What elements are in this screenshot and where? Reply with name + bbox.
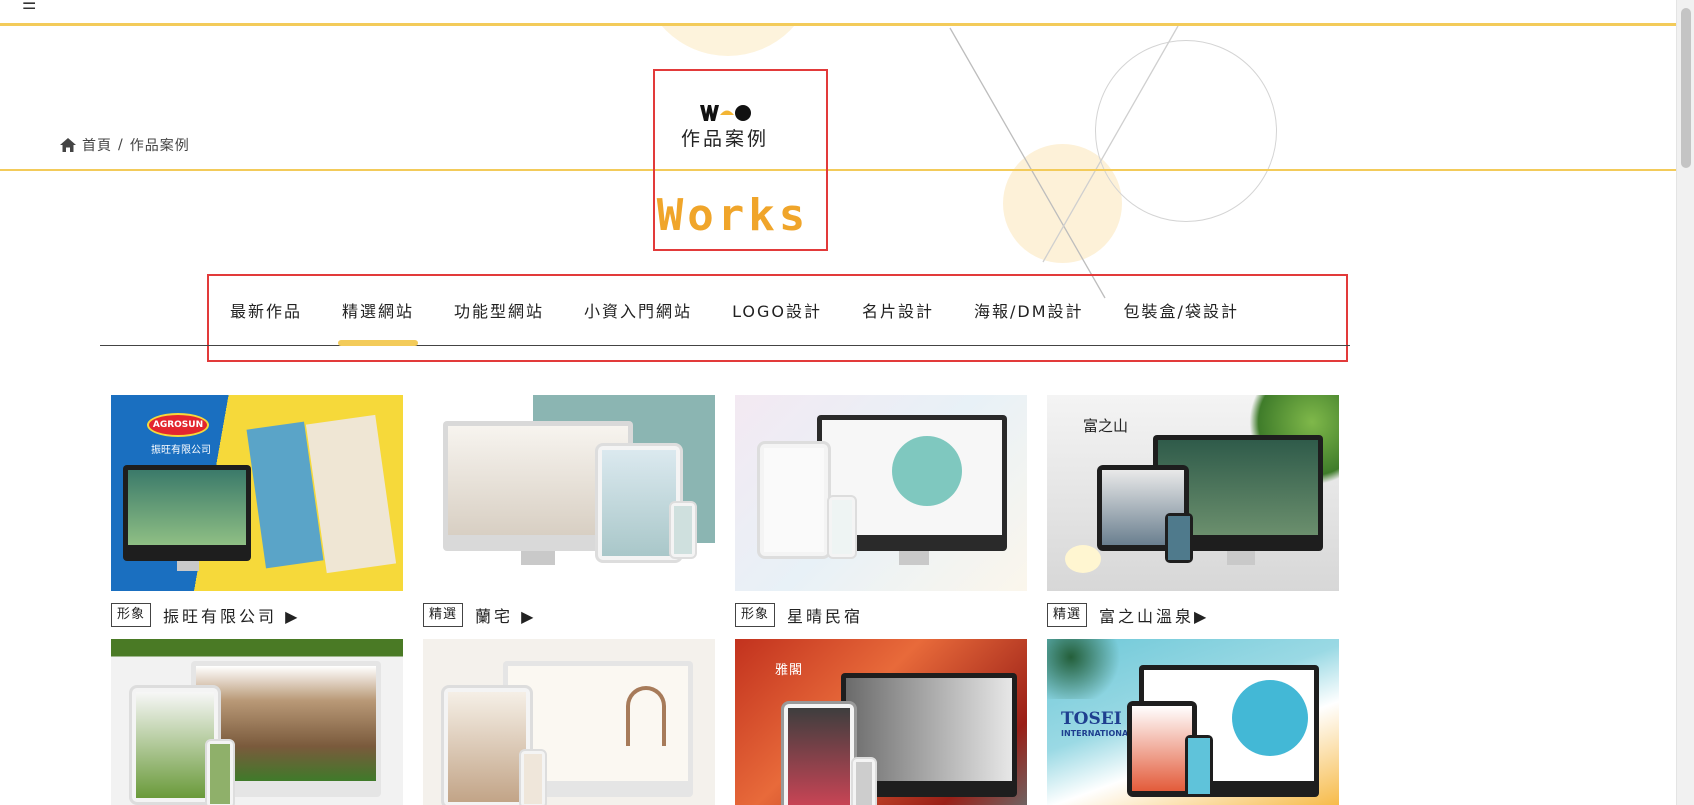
page-scrollbar[interactable] xyxy=(1676,0,1694,805)
phone-mockup xyxy=(827,495,857,559)
breadcrumb: 首頁 / 作品案例 xyxy=(60,135,190,155)
monitor-mockup xyxy=(123,465,251,561)
work-thumbnail[interactable] xyxy=(735,395,1027,591)
tablet-mockup xyxy=(781,701,857,805)
phone-mockup xyxy=(519,749,547,805)
category-badge: 精選 xyxy=(423,603,464,627)
breadcrumb-home-link[interactable]: 首頁 xyxy=(82,135,112,155)
works-grid: AGROSUN 振旺有限公司 形象 振旺有限公司 ▶ 精選 蘭宅 ▶ 形象 星晴… xyxy=(111,395,1341,805)
agrosun-company-label: 振旺有限公司 xyxy=(151,445,211,456)
breadcrumb-separator: / xyxy=(118,137,124,153)
category-badge: 精選 xyxy=(1047,603,1088,627)
tab-featured-websites[interactable]: 精選網站 xyxy=(322,294,434,346)
tosei-logo: TOSEI xyxy=(1061,709,1122,729)
tab-poster-dm-design[interactable]: 海報/DM設計 xyxy=(954,294,1104,334)
tab-packaging-design[interactable]: 包裝盒/袋設計 xyxy=(1104,294,1259,334)
work-thumbnail[interactable]: 雅閣 xyxy=(735,639,1027,805)
agrosun-logo: AGROSUN xyxy=(147,413,209,437)
tabs-underline xyxy=(100,345,1350,346)
work-thumbnail[interactable] xyxy=(423,395,715,591)
page-title: 作品案例 xyxy=(680,128,769,150)
work-card[interactable] xyxy=(423,639,715,805)
work-card[interactable]: AGROSUN 振旺有限公司 形象 振旺有限公司 ▶ xyxy=(111,395,403,639)
category-badge: 形象 xyxy=(735,603,776,627)
work-card[interactable]: 雅閣 xyxy=(735,639,1027,805)
top-header: ☰ xyxy=(0,0,1676,26)
work-thumbnail[interactable]: 富之山 xyxy=(1047,395,1339,591)
work-card[interactable]: 富之山 精選 富之山溫泉▶ xyxy=(1047,395,1339,639)
phone-mockup xyxy=(1165,513,1193,563)
decor-ring xyxy=(1095,40,1277,222)
scrollbar-thumb[interactable] xyxy=(1681,8,1691,168)
brand-logo-icon xyxy=(700,105,751,121)
tab-latest[interactable]: 最新作品 xyxy=(210,294,322,334)
work-card[interactable]: TOSEI INTERNATIONAL xyxy=(1047,639,1339,805)
yellow-divider xyxy=(0,169,1676,171)
work-title[interactable]: 振旺有限公司 ▶ xyxy=(163,603,300,627)
phone-mockup xyxy=(205,739,235,805)
work-title[interactable]: 蘭宅 ▶ xyxy=(475,603,536,627)
phone-mockup xyxy=(1185,735,1213,797)
tab-starter-websites[interactable]: 小資入門網站 xyxy=(564,294,712,334)
flower-decor xyxy=(1065,545,1101,573)
work-thumbnail[interactable]: TOSEI INTERNATIONAL xyxy=(1047,639,1339,805)
works-heading: Works xyxy=(656,190,810,241)
work-thumbnail[interactable] xyxy=(111,639,403,805)
work-card[interactable]: 精選 蘭宅 ▶ xyxy=(423,395,715,639)
work-card[interactable] xyxy=(111,639,403,805)
fuji-logo: 富之山 xyxy=(1083,417,1129,435)
breadcrumb-current: 作品案例 xyxy=(129,138,190,154)
maple-logo: 雅閣 xyxy=(775,663,804,678)
work-card[interactable]: 形象 星晴民宿 xyxy=(735,395,1027,639)
category-badge: 形象 xyxy=(111,603,152,627)
tab-logo-design[interactable]: LOGO設計 xyxy=(712,294,842,334)
home-icon[interactable] xyxy=(60,138,76,152)
decor-circle-mid xyxy=(1003,144,1122,263)
tab-business-card-design[interactable]: 名片設計 xyxy=(842,294,954,334)
phone-mockup xyxy=(851,757,877,805)
menu-icon[interactable]: ☰ xyxy=(22,0,36,13)
work-title[interactable]: 富之山溫泉▶ xyxy=(1099,603,1209,627)
category-tabs: 最新作品 精選網站 功能型網站 小資入門網站 LOGO設計 名片設計 海報/DM… xyxy=(210,294,1259,346)
phone-mockup xyxy=(669,501,697,559)
work-title[interactable]: 星晴民宿 xyxy=(787,603,863,627)
tablet-mockup xyxy=(757,441,831,559)
work-thumbnail[interactable] xyxy=(423,639,715,805)
work-thumbnail[interactable]: AGROSUN 振旺有限公司 xyxy=(111,395,403,591)
page: ☰ 首頁 / 作品案例 作品案例 Works 最新作品 精選網站 功能型網站 小… xyxy=(0,0,1694,805)
tab-functional-websites[interactable]: 功能型網站 xyxy=(434,294,564,334)
tosei-sub-label: INTERNATIONAL xyxy=(1061,729,1134,738)
